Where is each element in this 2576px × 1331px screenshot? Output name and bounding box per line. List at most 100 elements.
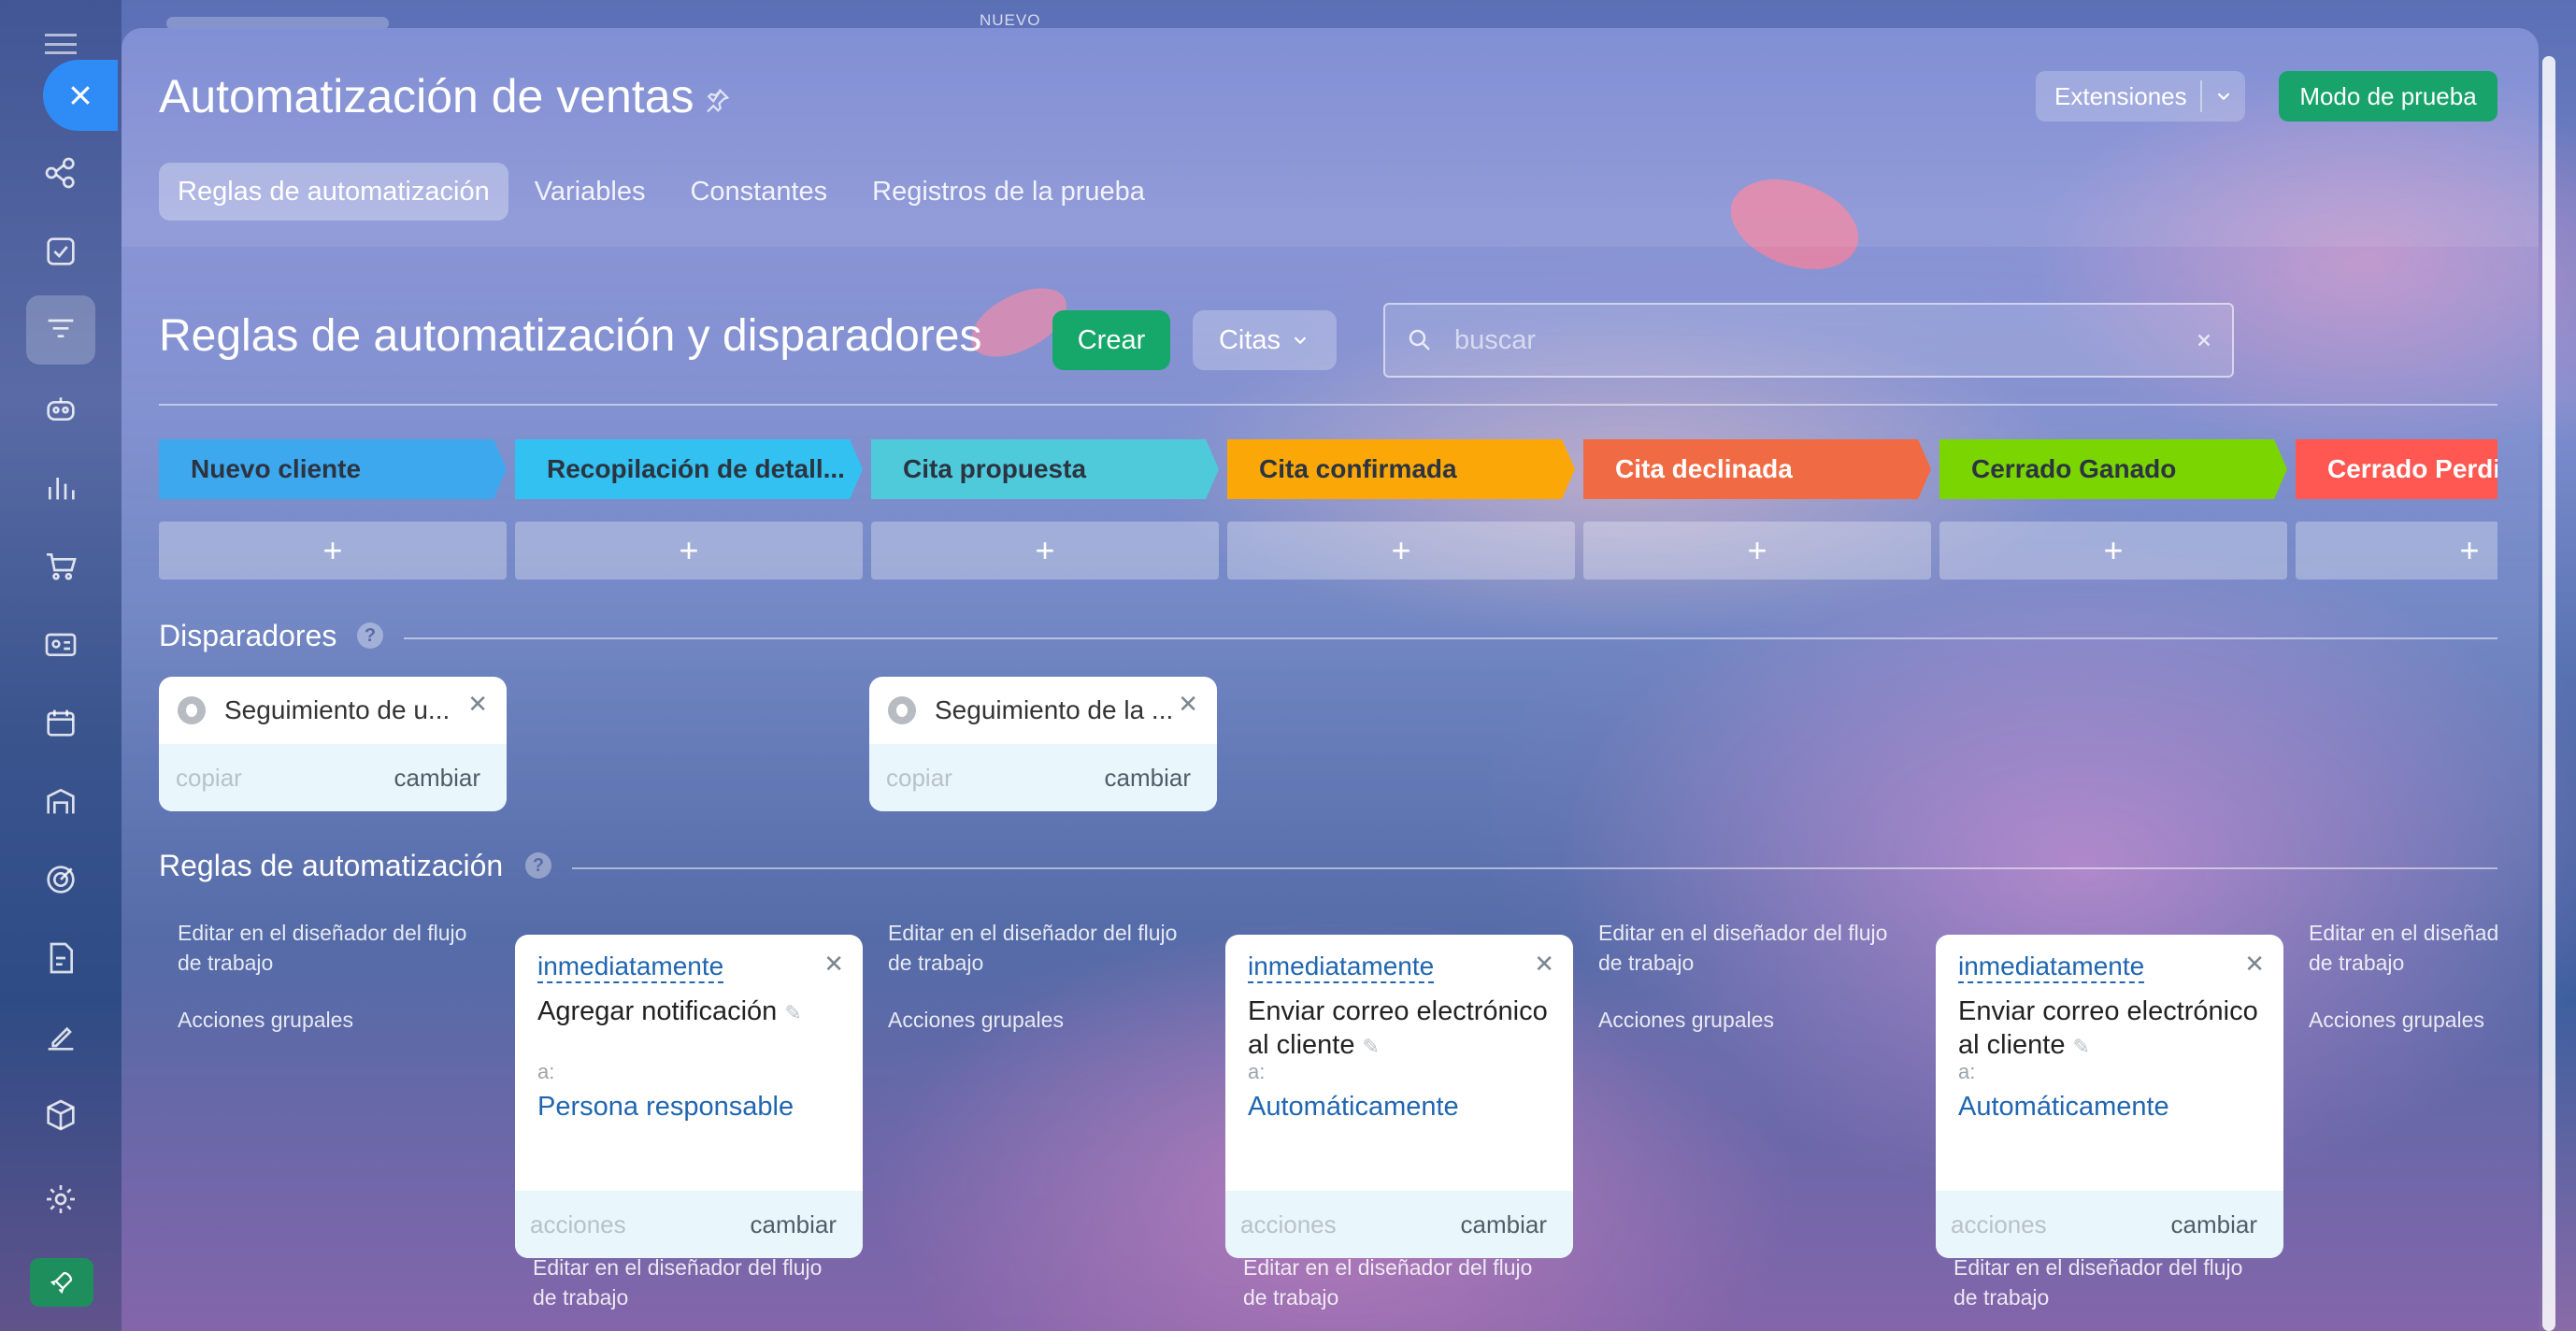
- edit-in-designer-link[interactable]: Editar en el diseñador del flujo de trab…: [178, 918, 495, 978]
- close-icon[interactable]: ✕: [467, 690, 488, 719]
- pipeline-selector[interactable]: Citas: [1193, 310, 1337, 370]
- recipient-value[interactable]: Automáticamente: [1958, 1092, 2169, 1123]
- divider: [404, 637, 2497, 639]
- create-button[interactable]: Crear: [1052, 310, 1170, 370]
- tab-automation-rules[interactable]: Reglas de automatización: [159, 163, 508, 221]
- pipeline-label: Citas: [1218, 324, 1281, 355]
- add-button[interactable]: +: [2296, 522, 2497, 580]
- rule-timing[interactable]: inmediatamente: [1248, 952, 1435, 983]
- chevron-down-icon: [1294, 336, 1307, 345]
- actions-link[interactable]: acciones: [1240, 1210, 1337, 1239]
- stage-confirmed-appointment[interactable]: Cita confirmada: [1227, 439, 1575, 499]
- cart-icon[interactable]: [36, 540, 86, 591]
- pin-icon[interactable]: [703, 86, 733, 116]
- group-actions-link[interactable]: Acciones grupales: [1598, 1008, 1774, 1033]
- chevron-down-icon[interactable]: [2202, 86, 2245, 107]
- close-icon[interactable]: ✕: [2244, 950, 2265, 979]
- settings-gear-icon[interactable]: [36, 1174, 86, 1224]
- close-slider-button[interactable]: [43, 60, 118, 131]
- box-icon[interactable]: [36, 1090, 86, 1140]
- automation-panel: Automatización de ventas Extensiones Mod…: [122, 28, 2539, 1331]
- change-link[interactable]: cambiar: [2171, 1210, 2257, 1239]
- change-link[interactable]: cambiar: [751, 1210, 837, 1239]
- rule-timing[interactable]: inmediatamente: [1958, 952, 2145, 983]
- document-sign-icon[interactable]: [36, 933, 86, 983]
- signature-icon[interactable]: [36, 1011, 86, 1062]
- change-link[interactable]: cambiar: [1461, 1210, 1547, 1239]
- edit-in-designer-link[interactable]: Editar en el diseñador del flujo de trab…: [888, 918, 1206, 978]
- stage-proposed-appointment[interactable]: Cita propuesta: [871, 439, 1219, 499]
- edit-in-designer-link[interactable]: Editar en el diseñador del flujo de trab…: [2309, 918, 2497, 978]
- rule-card[interactable]: inmediatamente ✕ Agregar notificación ✎ a…: [515, 935, 863, 1258]
- trigger-icon: [888, 696, 916, 724]
- recipient-value[interactable]: Persona responsable: [537, 1092, 794, 1123]
- actions-link[interactable]: acciones: [530, 1210, 626, 1239]
- stage-closed-won[interactable]: Cerrado Ganado: [1939, 439, 2287, 499]
- target-icon[interactable]: [36, 854, 86, 905]
- edit-in-designer-link[interactable]: Editar en el diseñador del flujo de trab…: [1243, 1252, 1561, 1312]
- group-actions-link[interactable]: Acciones grupales: [178, 1008, 353, 1033]
- rules-title: Reglas de automatización: [159, 849, 504, 882]
- close-icon[interactable]: ✕: [823, 950, 844, 979]
- stage-bar: Nuevo cliente Recopilación de detall... …: [159, 439, 2497, 499]
- edit-in-designer-link[interactable]: Editar en el diseñador del flujo de trab…: [533, 1252, 851, 1312]
- tab-test-logs[interactable]: Registros de la prueba: [853, 163, 1164, 221]
- stage-new-client[interactable]: Nuevo cliente: [159, 439, 507, 499]
- copy-link[interactable]: copiar: [886, 764, 952, 793]
- new-label: NUEVO: [980, 11, 1041, 29]
- edit-pencil-icon[interactable]: ✎: [2072, 1030, 2089, 1064]
- tab-variables[interactable]: Variables: [516, 163, 665, 221]
- search-input[interactable]: [1454, 324, 2176, 356]
- trigger-card[interactable]: Seguimiento de la ... ✕ copiar cambiar: [869, 677, 1217, 811]
- change-link[interactable]: cambiar: [394, 764, 480, 793]
- add-button[interactable]: +: [515, 522, 863, 580]
- clear-search-icon[interactable]: [2176, 330, 2232, 351]
- divider: [572, 867, 2497, 869]
- add-button[interactable]: +: [1583, 522, 1931, 580]
- actions-link[interactable]: acciones: [1951, 1210, 2047, 1239]
- add-button[interactable]: +: [871, 522, 1219, 580]
- contact-card-icon[interactable]: [36, 619, 86, 669]
- recipient-value[interactable]: Automáticamente: [1248, 1092, 1459, 1123]
- calendar-icon[interactable]: [36, 697, 86, 748]
- tasks-icon[interactable]: [36, 226, 86, 277]
- search-box: [1383, 303, 2234, 378]
- test-mode-button[interactable]: Modo de prueba: [2279, 71, 2497, 122]
- tab-constants[interactable]: Constantes: [671, 163, 846, 221]
- edit-pencil-icon[interactable]: ✎: [1362, 1030, 1379, 1064]
- robot-icon[interactable]: [36, 383, 86, 434]
- copy-link[interactable]: copiar: [176, 764, 242, 793]
- edit-in-designer-link[interactable]: Editar en el diseñador del flujo de trab…: [1953, 1252, 2271, 1312]
- close-icon[interactable]: ✕: [1534, 950, 1554, 979]
- rule-card[interactable]: inmediatamente ✕ Enviar correo electróni…: [1225, 935, 1573, 1258]
- trigger-card[interactable]: Seguimiento de u... ✕ copiar cambiar: [159, 677, 507, 811]
- stage-declined-appointment[interactable]: Cita declinada: [1583, 439, 1931, 499]
- add-button[interactable]: +: [159, 522, 507, 580]
- rule-name: Enviar correo electrónico al cliente: [1958, 996, 2258, 1060]
- funnel-icon[interactable]: [26, 295, 95, 365]
- change-link[interactable]: cambiar: [1105, 764, 1191, 793]
- warehouse-icon[interactable]: [36, 776, 86, 826]
- scrollbar[interactable]: [2542, 56, 2555, 1331]
- add-button[interactable]: +: [1939, 522, 2287, 580]
- help-icon[interactable]: ?: [357, 623, 383, 649]
- analytics-icon[interactable]: [36, 462, 86, 512]
- close-icon[interactable]: ✕: [1178, 690, 1198, 719]
- add-button[interactable]: +: [1227, 522, 1575, 580]
- extensions-dropdown[interactable]: Extensiones: [2036, 71, 2245, 122]
- stage-details-collection[interactable]: Recopilación de detall...: [515, 439, 863, 499]
- rule-timing[interactable]: inmediatamente: [537, 952, 724, 983]
- help-icon[interactable]: ?: [525, 852, 551, 879]
- clipped-column: Editar en el diseñador del flujo de trab…: [2309, 907, 2497, 1075]
- group-actions-link[interactable]: Acciones grupales: [888, 1008, 1064, 1033]
- rule-card[interactable]: inmediatamente ✕ Enviar correo electróni…: [1936, 935, 2283, 1258]
- group-actions-link[interactable]: Acciones grupales: [2309, 1008, 2484, 1033]
- page-title: Automatización de ventas: [159, 70, 694, 122]
- edit-in-designer-link[interactable]: Editar en el diseñador del flujo de trab…: [1598, 918, 1916, 978]
- stage-closed-lost[interactable]: Cerrado Perdido: [2296, 439, 2497, 499]
- rocket-icon[interactable]: [30, 1258, 93, 1307]
- rule-name: Agregar notificación: [537, 996, 778, 1026]
- flow-icon[interactable]: [36, 148, 86, 198]
- edit-pencil-icon[interactable]: ✎: [784, 996, 801, 1030]
- menu-icon[interactable]: [45, 34, 77, 54]
